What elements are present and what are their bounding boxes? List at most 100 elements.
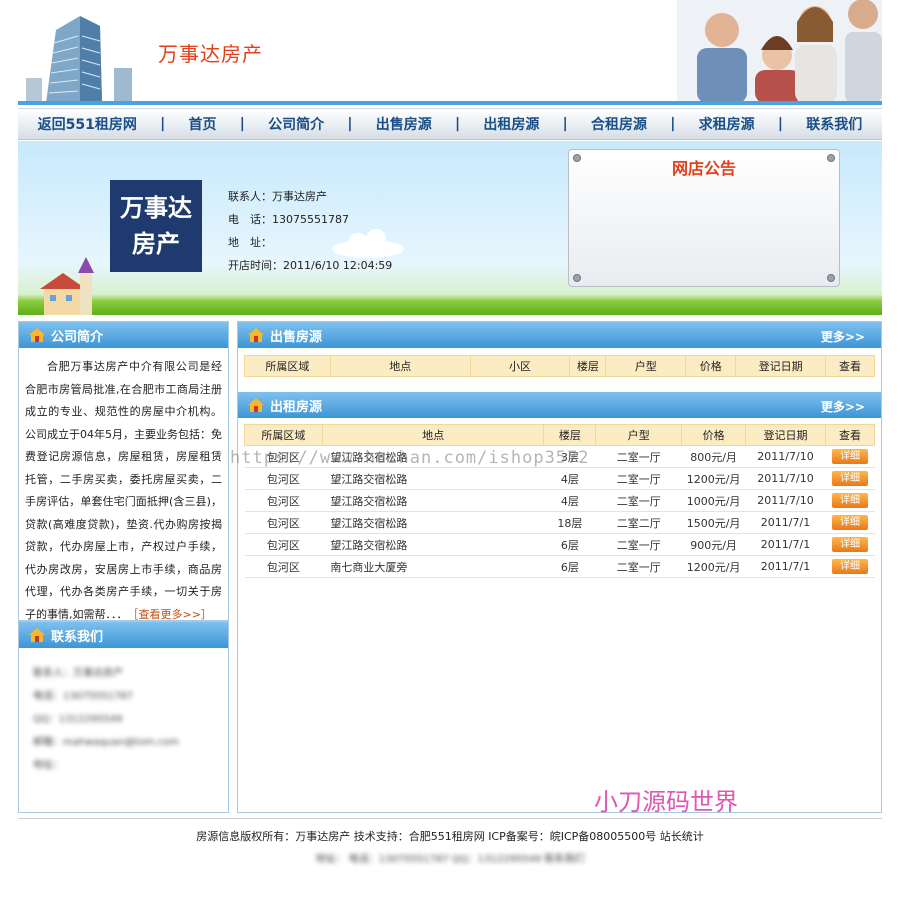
cell-layout: 二室二厅	[595, 511, 682, 534]
detail-button[interactable]: 详细	[831, 515, 868, 530]
cell-layout: 二室一厅	[595, 467, 682, 490]
nav-back-551[interactable]: 返回551租房网	[38, 114, 137, 134]
cell-location[interactable]: 望江路交宿松路	[322, 467, 544, 490]
cell-floor: 6层	[543, 533, 596, 556]
cell-location[interactable]: 望江路交宿松路	[322, 533, 544, 556]
column-header: 查看	[824, 424, 876, 446]
nav-for-rent[interactable]: 出租房源	[483, 114, 539, 134]
column-header: 价格	[681, 424, 747, 446]
column-header: 所属区域	[244, 424, 323, 446]
nav-home[interactable]: 首页	[188, 114, 216, 134]
cell-price: 1500元/月	[681, 511, 746, 534]
rent-listings-header: 出租房源 更多>>	[238, 392, 881, 418]
main-nav: 返回551租房网 | 首页 | 公司简介 | 出售房源 | 出租房源 | 合租房…	[18, 108, 882, 140]
column-header: 小区	[469, 355, 571, 377]
rent-listings-title: 出租房源	[270, 399, 323, 415]
nav-shared-rent[interactable]: 合租房源	[591, 114, 647, 134]
column-header: 楼层	[543, 424, 597, 446]
brand-watermark: 小刀源码世界	[594, 788, 738, 816]
shop-logo-line1: 万事达	[120, 193, 192, 222]
cell-district: 包河区	[244, 533, 323, 556]
cell-date: 2011/7/1	[745, 533, 826, 556]
cell-layout: 二室一厅	[595, 489, 682, 512]
sale-table: 所属区域 地点 小区 楼层 户型 价格 登记日期 查看	[244, 355, 875, 377]
contact-panel: 联系我们 联系人：万事达房产 电话：13075551787 QQ：1312295…	[18, 621, 229, 813]
cell-district: 包河区	[244, 555, 323, 578]
sale-more-link[interactable]: 更多>>	[821, 328, 865, 345]
column-header: 登记日期	[745, 424, 826, 446]
cell-location[interactable]: 望江路交宿松路	[322, 489, 544, 512]
column-header: 户型	[605, 355, 687, 377]
cell-layout: 二室一厅	[595, 555, 682, 578]
nav-separator: |	[239, 116, 245, 132]
nav-separator: |	[777, 116, 783, 132]
cell-floor: 4层	[543, 489, 596, 512]
about-text: 合肥万事达房产中介有限公司是经合肥市房管局批准,在合肥市工商局注册成立的专业、规…	[25, 360, 222, 621]
home-icon	[29, 628, 45, 642]
contact-line: 联系人：万事达房产	[33, 668, 123, 679]
contact-person-row: 联系人：万事达房产	[228, 190, 327, 203]
about-more-link[interactable]: ［查看更多>>］	[133, 608, 212, 621]
column-header: 地点	[321, 424, 545, 446]
cell-layout: 二室一厅	[595, 445, 682, 468]
rent-more-link[interactable]: 更多>>	[821, 398, 865, 415]
table-row: 包河区 望江路交宿松路 18层 二室二厅 1500元/月 2011/7/1 详细	[244, 511, 875, 534]
footer-contact: 地址： 电话：13075551787 QQ：1312295549 联系我们	[315, 854, 585, 865]
contact-line: 电话：13075551787	[33, 691, 133, 702]
about-panel-title: 公司简介	[51, 329, 104, 345]
cell-location[interactable]: 南七商业大厦旁	[322, 555, 544, 578]
sale-listings-title: 出售房源	[270, 329, 323, 345]
about-panel-header: 公司简介	[19, 322, 228, 348]
detail-button[interactable]: 详细	[831, 471, 868, 486]
detail-button[interactable]: 详细	[831, 559, 868, 574]
contact-line: QQ：1312295549	[33, 714, 123, 725]
cell-location[interactable]: 望江路交宿松路	[322, 511, 544, 534]
notice-title: 网店公告	[671, 159, 736, 178]
cell-floor: 4层	[543, 467, 596, 490]
column-header: 户型	[595, 424, 683, 446]
shop-banner: 万事达 房产 联系人：万事达房产 电 话：13075551787 地 址： 开店…	[18, 141, 882, 315]
footer-copyright: 房源信息版权所有：万事达房产 技术支持：合肥551租房网 ICP备案号：皖ICP…	[196, 830, 704, 843]
cell-date: 2011/7/10	[745, 445, 826, 468]
home-icon	[248, 328, 264, 342]
column-header: 地点	[329, 355, 471, 377]
detail-button[interactable]: 详细	[831, 449, 868, 464]
nav-separator: |	[347, 116, 353, 132]
contact-line: 地址：	[33, 760, 63, 771]
cell-floor: 18层	[543, 511, 596, 534]
phone-row: 电 话：13075551787	[228, 213, 349, 226]
people-photo	[677, 0, 882, 103]
cell-district: 包河区	[244, 511, 323, 534]
nav-about[interactable]: 公司简介	[268, 114, 324, 134]
cell-date: 2011/7/10	[745, 489, 826, 512]
shop-logo: 万事达 房产	[110, 180, 202, 272]
site-header: 万事达房产	[18, 0, 882, 103]
cell-district: 包河区	[244, 489, 323, 512]
url-watermark: https://www.huzhan.com/ishop3572	[230, 448, 590, 468]
column-header: 楼层	[569, 355, 607, 377]
site-title: 万事达房产	[158, 42, 263, 66]
screw-icon	[573, 274, 581, 282]
column-header: 价格	[685, 355, 737, 377]
cell-district: 包河区	[244, 467, 323, 490]
screw-icon	[573, 154, 581, 162]
table-header-row: 所属区域 地点 楼层 户型 价格 登记日期 查看	[244, 424, 876, 446]
cloud-decoration	[332, 229, 404, 258]
cell-price: 800元/月	[681, 445, 746, 468]
cell-view: 详细	[825, 445, 875, 468]
cell-view: 详细	[825, 467, 875, 490]
table-header-row: 所属区域 地点 小区 楼层 户型 价格 登记日期 查看	[244, 355, 875, 377]
column-header: 查看	[825, 355, 875, 377]
screw-icon	[827, 274, 835, 282]
nav-separator: |	[670, 116, 676, 132]
contact-panel-title: 联系我们	[51, 629, 104, 645]
cell-price: 900元/月	[681, 533, 746, 556]
home-icon	[29, 328, 45, 342]
nav-wanted-rent[interactable]: 求租房源	[699, 114, 755, 134]
detail-button[interactable]: 详细	[831, 493, 868, 508]
detail-button[interactable]: 详细	[831, 537, 868, 552]
nav-for-sale[interactable]: 出售房源	[376, 114, 432, 134]
nav-contact[interactable]: 联系我们	[806, 114, 862, 134]
contact-panel-header: 联系我们	[19, 622, 228, 648]
cell-price: 1000元/月	[681, 489, 746, 512]
